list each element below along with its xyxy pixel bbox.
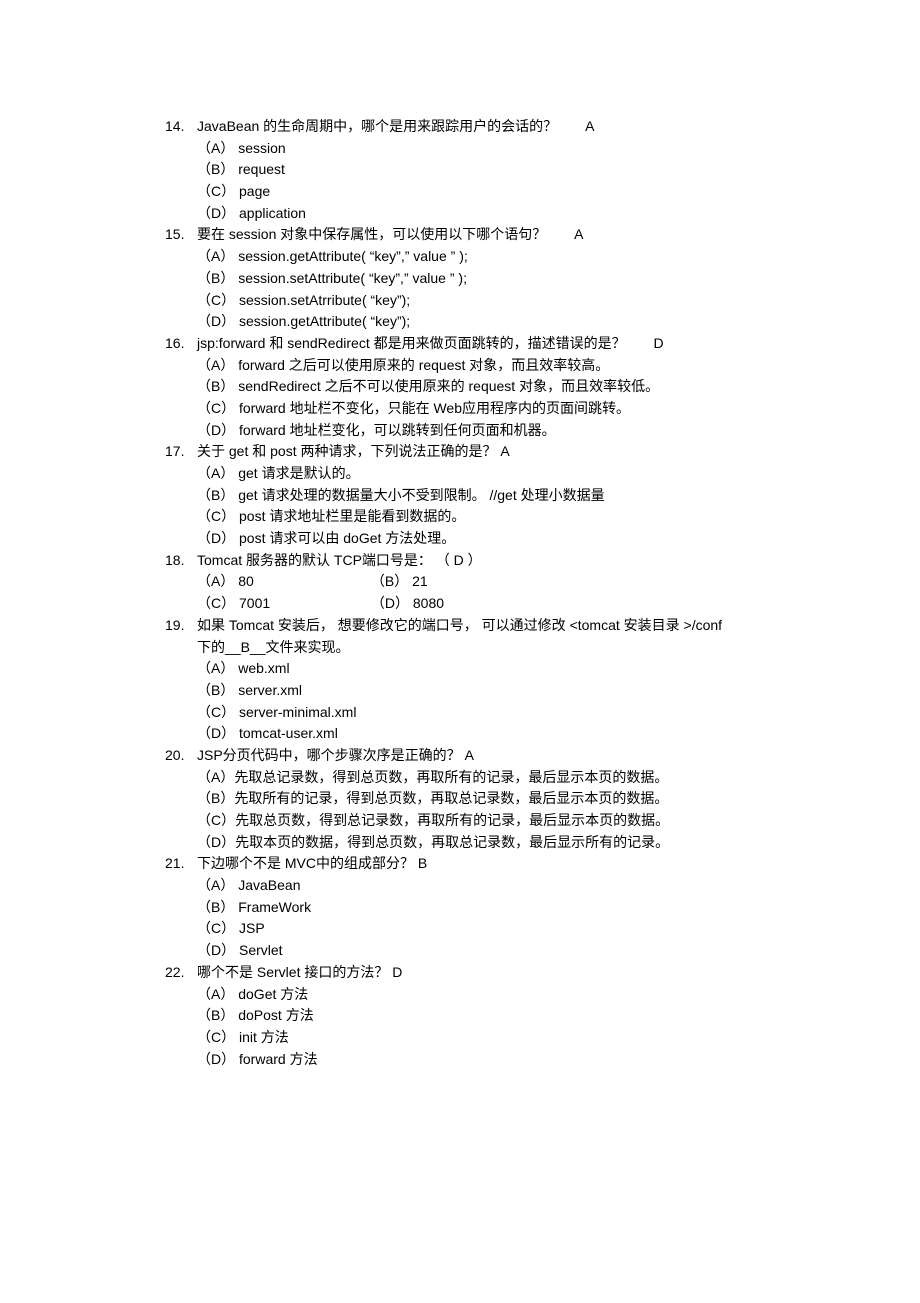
q-stem: jsp:forward 和 sendRedirect 都是用来做页面跳转的，描述…	[197, 335, 626, 351]
question-16: 16. jsp:forward 和 sendRedirect 都是用来做页面跳转…	[165, 333, 755, 441]
q-text: Tomcat 服务器的默认 TCP端口号是： （ D ）	[197, 550, 755, 572]
question-15: 15. 要在 session 对象中保存属性，可以使用以下哪个语句？ A （A）…	[165, 224, 755, 332]
q-num: 16.	[165, 333, 197, 355]
option-b: （B）先取所有的记录，得到总页数，再取总记录数，最后显示本页的数据。	[197, 788, 755, 810]
option-d: （D）先取本页的数据，得到总页数，再取总记录数，最后显示所有的记录。	[197, 832, 755, 854]
q-stem: 关于 get 和 post 两种请求，下列说法正确的是？ A	[197, 443, 510, 459]
q-text: JavaBean 的生命周期中，哪个是用来跟踪用户的会话的？ A	[197, 116, 755, 138]
q-stem: JavaBean 的生命周期中，哪个是用来跟踪用户的会话的？	[197, 118, 557, 134]
option-a: （A） JavaBean	[197, 875, 755, 897]
option-a: （A） web.xml	[197, 658, 755, 680]
option-b: （B） server.xml	[197, 680, 755, 702]
option-a: （A） doGet 方法	[197, 984, 755, 1006]
q-text: 关于 get 和 post 两种请求，下列说法正确的是？ A	[197, 441, 755, 463]
q-text: 如果 Tomcat 安装后， 想要修改它的端口号， 可以通过修改 <tomcat…	[197, 615, 755, 637]
q-options: （A） forward 之后可以使用原来的 request 对象，而且效率较高。…	[165, 355, 755, 442]
option-c: （C） page	[197, 181, 755, 203]
q-stem: 哪个不是 Servlet 接口的方法？ D	[197, 964, 402, 980]
option-b: （B） sendRedirect 之后不可以使用原来的 request 对象，而…	[197, 376, 755, 398]
q-num: 19.	[165, 615, 197, 637]
q-options: （A） JavaBean （B） FrameWork （C） JSP （D） S…	[165, 875, 755, 962]
q-num: 15.	[165, 224, 197, 246]
option-d: （D） session.getAttribute( “key”);	[197, 311, 755, 333]
q-options: （A） 80 （B） 21 （C） 7001 （D） 8080	[165, 571, 755, 614]
option-d: （D） forward 方法	[197, 1049, 755, 1071]
option-b: （B） doPost 方法	[197, 1005, 755, 1027]
option-c: （C） init 方法	[197, 1027, 755, 1049]
option-b: （B） get 请求处理的数据量大小不受到限制。 //get 处理小数据量	[197, 485, 755, 507]
option-a: （A） 80	[197, 571, 367, 593]
option-d: （D） post 请求可以由 doGet 方法处理。	[197, 528, 755, 550]
option-a: （A） session	[197, 138, 755, 160]
q-answer: A	[574, 224, 583, 246]
q-options: （A） session.getAttribute( “key”,” value …	[165, 246, 755, 333]
q-answer: D	[654, 333, 664, 355]
q-text: jsp:forward 和 sendRedirect 都是用来做页面跳转的，描述…	[197, 333, 755, 355]
option-b: （B） session.setAttribute( “key”,” value …	[197, 268, 755, 290]
option-c: （C） JSP	[197, 918, 755, 940]
q-num: 21.	[165, 853, 197, 875]
q-text: 要在 session 对象中保存属性，可以使用以下哪个语句？ A	[197, 224, 755, 246]
option-d: （D） tomcat-user.xml	[197, 723, 755, 745]
option-c: （C） post 请求地址栏里是能看到数据的。	[197, 506, 755, 528]
option-d: （D） forward 地址栏变化，可以跳转到任何页面和机器。	[197, 420, 755, 442]
q-options: （A）先取总记录数，得到总页数，再取所有的记录，最后显示本页的数据。 （B）先取…	[165, 767, 755, 854]
option-c: （C） forward 地址栏不变化，只能在 Web应用程序内的页面间跳转。	[197, 398, 755, 420]
question-17: 17. 关于 get 和 post 两种请求，下列说法正确的是？ A （A） g…	[165, 441, 755, 549]
q-options: （A） get 请求是默认的。 （B） get 请求处理的数据量大小不受到限制。…	[165, 463, 755, 550]
q-text: 下边哪个不是 MVC中的组成部分？ B	[197, 853, 755, 875]
q-continuation: 下的__B__文件来实现。 （A） web.xml （B） server.xml…	[165, 637, 755, 745]
option-b: （B） FrameWork	[197, 897, 755, 919]
q-stem: 要在 session 对象中保存属性，可以使用以下哪个语句？	[197, 226, 546, 242]
option-a: （A） forward 之后可以使用原来的 request 对象，而且效率较高。	[197, 355, 755, 377]
q-text: JSP分页代码中，哪个步骤次序是正确的？ A	[197, 745, 755, 767]
question-21: 21. 下边哪个不是 MVC中的组成部分？ B （A） JavaBean （B）…	[165, 853, 755, 961]
document-page: 14. JavaBean 的生命周期中，哪个是用来跟踪用户的会话的？ A （A）…	[0, 0, 920, 1303]
q-num: 22.	[165, 962, 197, 984]
q-text: 哪个不是 Servlet 接口的方法？ D	[197, 962, 755, 984]
option-c: （C）先取总页数，得到总记录数，再取所有的记录，最后显示本页的数据。	[197, 810, 755, 832]
q-stem-line2: 下的__B__文件来实现。	[197, 637, 755, 659]
option-a: （A） get 请求是默认的。	[197, 463, 755, 485]
question-20: 20. JSP分页代码中，哪个步骤次序是正确的？ A （A）先取总记录数，得到总…	[165, 745, 755, 853]
q-num: 18.	[165, 550, 197, 572]
question-14: 14. JavaBean 的生命周期中，哪个是用来跟踪用户的会话的？ A （A）…	[165, 116, 755, 224]
q-stem: 如果 Tomcat 安装后， 想要修改它的端口号， 可以通过修改 <tomcat…	[197, 617, 722, 633]
q-num: 20.	[165, 745, 197, 767]
option-c: （C） session.setAtrribute( “key”);	[197, 290, 755, 312]
q-options: （A） doGet 方法 （B） doPost 方法 （C） init 方法 （…	[165, 984, 755, 1071]
option-d: （D） 8080	[371, 593, 541, 615]
option-d: （D） application	[197, 203, 755, 225]
q-stem: 下边哪个不是 MVC中的组成部分？ B	[197, 855, 427, 871]
q-num: 17.	[165, 441, 197, 463]
option-a: （A）先取总记录数，得到总页数，再取所有的记录，最后显示本页的数据。	[197, 767, 755, 789]
q-stem: JSP分页代码中，哪个步骤次序是正确的？ A	[197, 747, 474, 763]
question-18: 18. Tomcat 服务器的默认 TCP端口号是： （ D ） （A） 80 …	[165, 550, 755, 615]
option-c: （C） 7001	[197, 593, 367, 615]
option-b: （B） request	[197, 159, 755, 181]
q-options: （A） session （B） request （C） page （D） app…	[165, 138, 755, 225]
q-stem: Tomcat 服务器的默认 TCP端口号是： （ D ）	[197, 552, 482, 568]
option-a: （A） session.getAttribute( “key”,” value …	[197, 246, 755, 268]
question-22: 22. 哪个不是 Servlet 接口的方法？ D （A） doGet 方法 （…	[165, 962, 755, 1070]
option-d: （D） Servlet	[197, 940, 755, 962]
q-num: 14.	[165, 116, 197, 138]
option-b: （B） 21	[371, 571, 541, 593]
question-19: 19. 如果 Tomcat 安装后， 想要修改它的端口号， 可以通过修改 <to…	[165, 615, 755, 745]
q-answer: A	[585, 116, 594, 138]
option-c: （C） server-minimal.xml	[197, 702, 755, 724]
